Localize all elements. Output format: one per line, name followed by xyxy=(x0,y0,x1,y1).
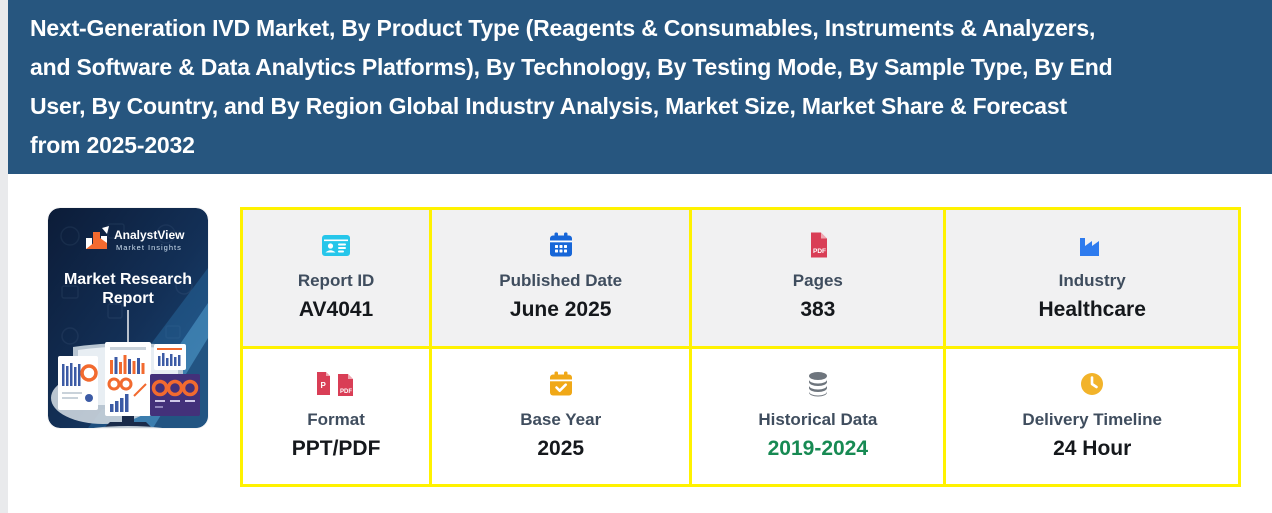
meta-label: Base Year xyxy=(520,409,602,429)
database-icon xyxy=(803,368,833,400)
meta-value: PPT/PDF xyxy=(291,436,381,460)
report-cover-thumbnail: AnalystView Market Insights Market Resea… xyxy=(48,208,208,428)
meta-label: Historical Data xyxy=(758,409,878,429)
report-title-banner: Next-Generation IVD Market, By Product T… xyxy=(8,0,1272,174)
meta-cell-industry: Industry Healthcare xyxy=(946,210,1238,346)
meta-cell-delivery-timeline: Delivery Timeline 24 Hour xyxy=(946,348,1238,484)
meta-value: 383 xyxy=(800,298,836,321)
meta-value: June 2025 xyxy=(509,298,612,321)
report-cover-illustration: AnalystView Market Insights Market Resea… xyxy=(48,208,208,428)
meta-cell-format: P PDF Format PPT/PDF xyxy=(243,348,430,484)
meta-label: Published Date xyxy=(499,271,623,290)
meta-value: 24 Hour xyxy=(1053,436,1132,460)
meta-label: Report ID xyxy=(297,271,375,290)
meta-value: 2025 xyxy=(537,436,585,460)
report-summary-page: Next-Generation IVD Market, By Product T… xyxy=(0,0,1272,513)
svg-text:PDF: PDF xyxy=(813,248,826,255)
svg-text:P: P xyxy=(321,381,327,390)
ppt-pdf-files-icon: P PDF xyxy=(314,368,358,400)
meta-cell-published-date: Published Date June 2025 xyxy=(432,210,690,346)
chart-card-left xyxy=(58,356,98,410)
brand-name: AnalystView xyxy=(114,228,185,242)
meta-label: Delivery Timeline xyxy=(1022,409,1162,429)
cover-title-line2: Report xyxy=(102,290,154,307)
report-title-line: Next-Generation IVD Market, By Product T… xyxy=(30,15,1096,41)
meta-label: Industry xyxy=(1058,271,1126,290)
id-card-icon xyxy=(321,229,351,261)
calendar-icon xyxy=(546,229,576,261)
cover-title-line1: Market Research xyxy=(64,271,192,288)
clock-icon xyxy=(1077,368,1107,400)
report-title-line: from 2025-2032 xyxy=(30,132,195,158)
factory-icon xyxy=(1077,229,1107,261)
chart-card-center xyxy=(105,342,151,416)
report-title-line: User, By Country, and By Region Global I… xyxy=(30,93,1067,119)
meta-cell-historical-data: Historical Data 2019-2024 xyxy=(692,348,944,484)
chart-card-right xyxy=(154,344,186,370)
meta-cell-pages: PDF Pages 383 xyxy=(692,210,944,346)
report-title-line: and Software & Data Analytics Platforms)… xyxy=(30,54,1113,80)
meta-label: Pages xyxy=(792,271,843,290)
meta-value: 2019-2024 xyxy=(767,436,869,460)
meta-label: Format xyxy=(307,409,365,429)
report-meta-grid: Report ID AV4041 Published Date June 202… xyxy=(240,207,1241,487)
calendar-check-icon xyxy=(546,368,576,400)
meta-cell-base-year: Base Year 2025 xyxy=(432,348,690,484)
meta-cell-report-id: Report ID AV4041 xyxy=(243,210,430,346)
meta-value: Healthcare xyxy=(1038,298,1146,321)
meta-value: AV4041 xyxy=(298,298,374,321)
brand-subtitle: Market Insights xyxy=(116,243,182,252)
svg-text:PDF: PDF xyxy=(340,389,352,395)
pdf-file-icon: PDF xyxy=(803,229,833,261)
chart-card-purple xyxy=(150,374,200,416)
page-left-gutter xyxy=(0,0,8,513)
